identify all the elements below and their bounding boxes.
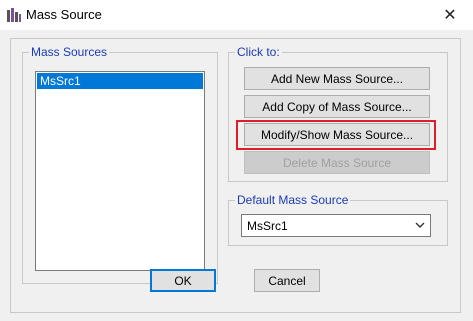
app-icon	[7, 8, 21, 22]
delete-mass-source-button[interactable]: Delete Mass Source	[244, 151, 430, 174]
title-bar: Mass Source ✕	[0, 0, 473, 30]
mass-sources-label: Mass Sources	[29, 45, 110, 59]
default-mass-source-select[interactable]: MsSrc1	[241, 214, 431, 237]
add-new-mass-source-button[interactable]: Add New Mass Source...	[244, 67, 430, 90]
default-mass-source-label: Default Mass Source	[235, 193, 351, 207]
window-title: Mass Source	[26, 7, 102, 22]
modify-show-mass-source-button[interactable]: Modify/Show Mass Source...	[244, 123, 430, 146]
close-button[interactable]: ✕	[427, 0, 473, 30]
ok-button[interactable]: OK	[150, 269, 216, 292]
close-icon: ✕	[443, 7, 457, 24]
add-copy-mass-source-button[interactable]: Add Copy of Mass Source...	[244, 95, 430, 118]
mass-sources-list[interactable]: MsSrc1	[35, 71, 205, 271]
list-item[interactable]: MsSrc1	[37, 73, 203, 89]
click-to-label: Click to:	[235, 45, 282, 59]
cancel-button[interactable]: Cancel	[254, 269, 320, 292]
chevron-down-icon	[415, 222, 425, 228]
default-mass-source-value: MsSrc1	[247, 218, 288, 233]
